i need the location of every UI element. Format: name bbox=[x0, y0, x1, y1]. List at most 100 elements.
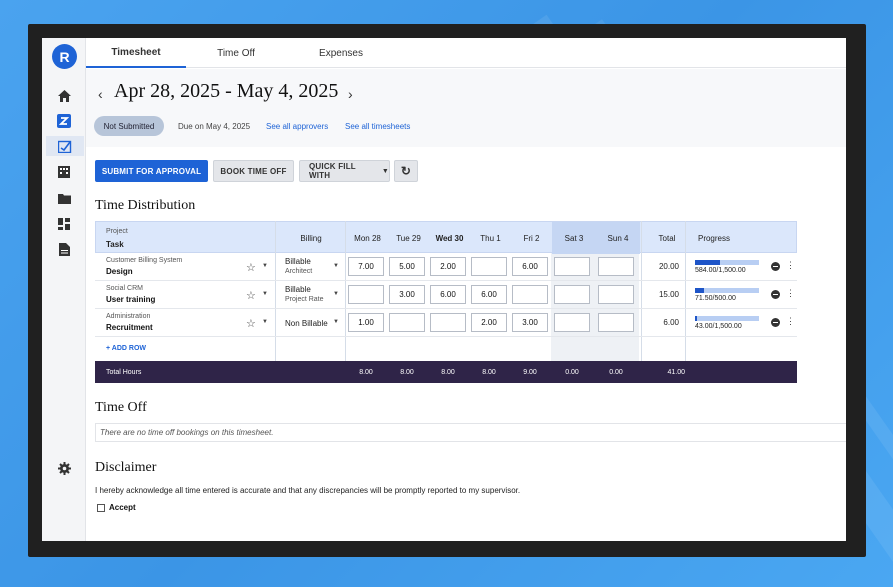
hours-input[interactable]: 2.00 bbox=[430, 257, 466, 276]
hours-input[interactable] bbox=[598, 257, 634, 276]
add-row-area: + ADD ROW bbox=[95, 337, 797, 361]
star-icon[interactable]: ☆ bbox=[246, 317, 256, 330]
hours-input[interactable] bbox=[430, 313, 466, 332]
hours-input[interactable] bbox=[348, 285, 384, 304]
accept-checkbox-row[interactable]: Accept bbox=[97, 503, 136, 512]
table-row: Administration Recruitment ☆ ▼ Non Billa… bbox=[95, 309, 797, 337]
hours-input[interactable]: 2.00 bbox=[471, 313, 507, 332]
chevron-down-icon[interactable]: ▼ bbox=[262, 319, 268, 325]
more-options-icon[interactable]: ⋮ bbox=[786, 316, 795, 327]
row-billing[interactable]: Billable bbox=[285, 285, 311, 294]
hours-input[interactable] bbox=[554, 257, 590, 276]
tab-bar: Timesheet Time Off Expenses bbox=[86, 38, 846, 68]
tab-expenses[interactable]: Expenses bbox=[301, 38, 381, 68]
header-day: Fri 2 bbox=[523, 233, 540, 243]
header-day: Thu 1 bbox=[480, 233, 501, 243]
chevron-down-icon[interactable]: ▼ bbox=[333, 291, 339, 297]
header-total: Total bbox=[658, 233, 676, 243]
hours-input[interactable] bbox=[598, 285, 634, 304]
header-task: Task bbox=[106, 239, 124, 249]
progress-fill bbox=[695, 260, 720, 265]
hours-input[interactable]: 6.00 bbox=[471, 285, 507, 304]
row-total: 15.00 bbox=[658, 290, 679, 299]
chevron-down-icon[interactable]: ▼ bbox=[262, 291, 268, 297]
progress-text: 71.50/500.00 bbox=[695, 295, 736, 302]
disclaimer-text: I hereby acknowledge all time entered is… bbox=[95, 486, 521, 495]
table-row: Social CRM User training ☆ ▼ Billable Pr… bbox=[95, 281, 797, 309]
hours-input[interactable]: 3.00 bbox=[512, 313, 548, 332]
hours-input[interactable]: 7.00 bbox=[348, 257, 384, 276]
header-day: Mon 28 bbox=[354, 233, 381, 243]
header-billing: Billing bbox=[300, 233, 322, 243]
date-range: Apr 28, 2025 - May 4, 2025 bbox=[114, 80, 339, 102]
progress-bar bbox=[695, 316, 759, 321]
z-app-icon[interactable] bbox=[54, 111, 74, 131]
more-options-icon[interactable]: ⋮ bbox=[786, 260, 795, 271]
row-billing[interactable]: Billable bbox=[285, 257, 311, 266]
folder-icon[interactable] bbox=[54, 188, 74, 208]
tab-timesheet[interactable]: Timesheet bbox=[86, 38, 186, 68]
add-row-link[interactable]: + ADD ROW bbox=[106, 345, 146, 352]
tab-time-off[interactable]: Time Off bbox=[196, 38, 276, 68]
hours-input[interactable]: 5.00 bbox=[389, 257, 425, 276]
row-total: 20.00 bbox=[658, 262, 679, 271]
day-total: 8.00 bbox=[359, 368, 373, 376]
star-icon[interactable]: ☆ bbox=[246, 261, 256, 274]
remove-row-icon[interactable] bbox=[771, 318, 780, 327]
hours-input[interactable]: 3.00 bbox=[389, 285, 425, 304]
hours-input[interactable]: 1.00 bbox=[348, 313, 384, 332]
row-billing-role: Project Rate bbox=[285, 296, 324, 303]
hours-input[interactable] bbox=[554, 285, 590, 304]
dashboard-icon[interactable] bbox=[54, 214, 74, 234]
row-total: 6.00 bbox=[663, 318, 679, 327]
remove-row-icon[interactable] bbox=[771, 262, 780, 271]
next-week-icon[interactable]: › bbox=[348, 86, 353, 102]
document-icon[interactable] bbox=[54, 239, 74, 259]
building-icon[interactable] bbox=[54, 162, 74, 182]
home-icon[interactable] bbox=[54, 86, 74, 106]
more-options-icon[interactable]: ⋮ bbox=[786, 288, 795, 299]
table-header: Project Task Billing Mon 28 Tue 29 Wed 3… bbox=[95, 221, 797, 254]
chevron-down-icon[interactable]: ▼ bbox=[333, 263, 339, 269]
header-day: Sat 3 bbox=[552, 222, 596, 254]
total-hours-label: Total Hours bbox=[106, 368, 142, 376]
see-all-approvers-link[interactable]: See all approvers bbox=[266, 122, 328, 131]
chevron-down-icon[interactable]: ▼ bbox=[262, 263, 268, 269]
hours-input[interactable]: 6.00 bbox=[512, 257, 548, 276]
hours-input[interactable] bbox=[598, 313, 634, 332]
accept-checkbox[interactable] bbox=[97, 503, 105, 512]
star-icon[interactable]: ☆ bbox=[246, 289, 256, 302]
main-content: Timesheet Time Off Expenses ‹ Apr 28, 20… bbox=[86, 38, 846, 541]
hours-input[interactable] bbox=[471, 257, 507, 276]
remove-row-icon[interactable] bbox=[771, 290, 780, 299]
day-total: 0.00 bbox=[609, 368, 623, 376]
submit-for-approval-button[interactable]: SUBMIT FOR APPROVAL bbox=[95, 160, 208, 182]
status-badge: Not Submitted bbox=[94, 116, 164, 136]
row-project: Customer Billing System bbox=[106, 257, 183, 264]
quick-fill-button[interactable]: QUICK FILL WITH ▼ bbox=[299, 160, 390, 182]
row-task: Recruitment bbox=[106, 323, 153, 332]
row-billing[interactable]: Non Billable bbox=[285, 319, 328, 328]
see-all-timesheets-link[interactable]: See all timesheets bbox=[345, 122, 410, 131]
refresh-button[interactable]: ↻ bbox=[394, 160, 418, 182]
row-task: Design bbox=[106, 267, 133, 276]
app-logo[interactable]: R bbox=[52, 44, 77, 69]
app-window: R Timesheet Time Off Expenses ‹ Apr 28, … bbox=[42, 38, 846, 541]
progress-fill bbox=[695, 316, 697, 321]
chevron-down-icon[interactable]: ▼ bbox=[333, 319, 339, 325]
prev-week-icon[interactable]: ‹ bbox=[98, 86, 103, 102]
hours-input[interactable] bbox=[512, 285, 548, 304]
disclaimer-title: Disclaimer bbox=[95, 460, 157, 475]
table-row: Customer Billing System Design ☆ ▼ Billa… bbox=[95, 253, 797, 281]
progress-bar bbox=[695, 288, 759, 293]
day-total: 8.00 bbox=[482, 368, 496, 376]
hours-input[interactable] bbox=[554, 313, 590, 332]
gear-icon[interactable] bbox=[54, 458, 74, 478]
grand-total: 41.00 bbox=[667, 368, 685, 376]
day-total: 8.00 bbox=[400, 368, 414, 376]
dropdown-caret-icon: ▼ bbox=[381, 167, 389, 175]
hours-input[interactable] bbox=[389, 313, 425, 332]
timesheet-icon[interactable] bbox=[46, 136, 84, 156]
hours-input[interactable]: 6.00 bbox=[430, 285, 466, 304]
book-time-off-button[interactable]: BOOK TIME OFF bbox=[213, 160, 294, 182]
